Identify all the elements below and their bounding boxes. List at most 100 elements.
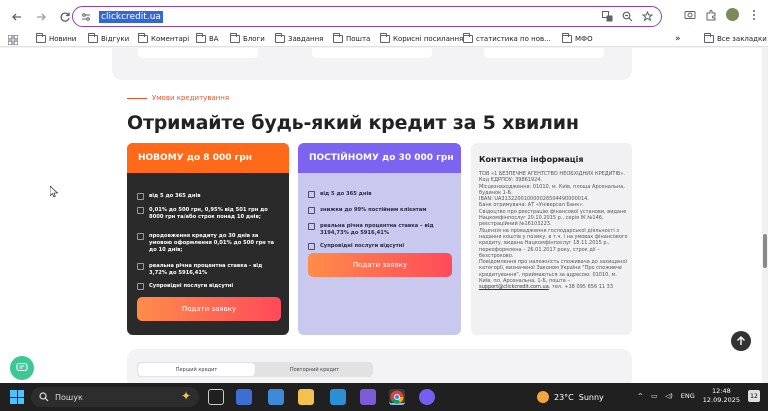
more-bookmarks-icon[interactable]: » (675, 34, 681, 44)
top-pill (312, 48, 432, 58)
bookmark-item[interactable]: статистика по нов... (463, 33, 551, 43)
top-pill (138, 48, 258, 58)
folder-icon (463, 33, 473, 43)
app-icon[interactable] (330, 389, 346, 405)
url-text[interactable]: clickcredit.ua (99, 10, 163, 23)
notification-badge[interactable]: 12 (748, 390, 760, 402)
start-icon[interactable] (10, 390, 24, 404)
clock[interactable]: 12:48 12.09.2025 (703, 387, 740, 405)
contact-title: Контактна інформація (479, 155, 584, 164)
service-icon (308, 243, 315, 250)
bookmark-item[interactable]: Коментарі (138, 33, 189, 43)
camera-icon[interactable] (684, 9, 696, 21)
bookmark-item[interactable]: Завдання (275, 33, 323, 43)
service-icon (137, 283, 144, 290)
chat-icon (16, 362, 28, 372)
weather-widget[interactable]: 23°C Sunny (537, 391, 604, 403)
browser-toolbar: clickcredit.ua (0, 0, 768, 33)
zoom-icon[interactable] (621, 10, 633, 22)
folder-icon (230, 33, 240, 43)
chat-button[interactable] (10, 356, 34, 380)
web-page: Умови кредитування Отримайте будь-який к… (0, 48, 768, 383)
card-row: від 5 до 365 днів (308, 191, 452, 198)
bookmarks-bar: Новини Відгуки Коментарі ВА Блоги Завдан… (0, 33, 768, 47)
apps-icon[interactable] (7, 34, 19, 47)
bookmark-item[interactable]: Новини (36, 33, 76, 43)
percent-icon (308, 207, 315, 214)
scroll-to-top-button[interactable] (731, 331, 751, 351)
card-row: знижки до 99% постійним клієнтам (308, 207, 452, 214)
extensions-icon[interactable] (705, 9, 717, 21)
calculator-icon (137, 263, 144, 270)
chevron-up-icon[interactable]: ^ (638, 392, 643, 400)
bookmark-item[interactable]: МФО (562, 33, 593, 43)
calculator-icon (308, 223, 315, 230)
folder-icon (333, 33, 343, 43)
tab-repeat-credit[interactable]: Повторний кредит (256, 362, 373, 377)
language-indicator[interactable]: ENG (681, 392, 695, 400)
card-title: ПОСТІЙНОМУ до 30 000 грн (298, 143, 461, 173)
apply-button[interactable]: Подати заявку (308, 253, 452, 277)
task-view-icon[interactable] (208, 389, 224, 405)
taskbar-search[interactable]: Пошук ✦ (31, 387, 199, 407)
calendar-icon (137, 233, 144, 240)
app-icon[interactable] (268, 389, 284, 405)
folder-icon (36, 33, 46, 43)
site-info-icon[interactable] (81, 12, 91, 22)
scrollbar-thumb[interactable] (763, 234, 767, 268)
apply-button[interactable]: Подати заявку (137, 297, 281, 321)
sun-icon (537, 391, 549, 403)
page-scrollbar[interactable] (762, 48, 768, 383)
card-row: продовження кредиту до 30 днів за умовою… (137, 233, 281, 254)
all-bookmarks[interactable]: Все закладки (704, 33, 767, 43)
folder-icon (562, 33, 572, 43)
card-title: НОВОМУ до 8 000 грн (127, 143, 289, 173)
reload-icon[interactable] (58, 10, 72, 24)
cursor-icon (50, 186, 58, 198)
tab-first-credit[interactable]: Перший кредит (138, 363, 255, 376)
arrow-up-icon (737, 336, 745, 345)
section-subtitle: Умови кредитування (127, 94, 229, 102)
regular-client-card: ПОСТІЙНОМУ до 30 000 грн від 5 до 365 дн… (298, 143, 461, 335)
viber-icon[interactable] (419, 389, 435, 405)
top-card-section (112, 48, 632, 80)
folder-icon (138, 33, 148, 43)
card-row: реальна річна процентна ставка – від 319… (308, 223, 452, 237)
bookmark-item[interactable]: ВА (196, 33, 219, 43)
card-row: реальна річна процентна ставка - від 3,7… (137, 263, 281, 277)
bookmark-item[interactable]: Корисні посилання (380, 33, 463, 43)
folder-icon (704, 33, 714, 43)
bookmark-item[interactable]: Пошта (333, 33, 370, 43)
file-explorer-icon[interactable] (298, 389, 314, 405)
top-pill (484, 48, 604, 58)
calendar-icon (308, 191, 315, 198)
network-icon[interactable]: ▭ (651, 392, 657, 400)
folder-icon (88, 33, 98, 43)
bookmark-item[interactable]: Блоги (230, 33, 265, 43)
search-icon (39, 392, 49, 402)
address-bar[interactable]: clickcredit.ua (72, 6, 662, 27)
chrome-icon[interactable] (389, 389, 405, 405)
folder-icon (196, 33, 206, 43)
volume-icon[interactable]: ◁) (665, 392, 673, 400)
translate-icon[interactable] (601, 10, 613, 22)
calendar-icon (137, 193, 144, 200)
support-email-link[interactable]: support@clickcredit.com.ua (479, 284, 549, 290)
menu-icon[interactable] (748, 9, 760, 21)
star-icon[interactable] (641, 10, 653, 22)
forward-icon[interactable] (34, 10, 48, 24)
windows-taskbar: Пошук ✦ 23°C Sunny ^ ▭ ◁) ENG 12:48 12.0… (0, 383, 768, 411)
folder-icon (380, 33, 390, 43)
contact-info-card: Контактна інформація ТОВ «1 БЕЗПЕЧНЕ АГЕ… (471, 143, 632, 335)
bookmark-item[interactable]: Відгуки (88, 33, 129, 43)
profile-avatar[interactable] (726, 8, 739, 21)
folder-icon (275, 33, 285, 43)
card-row: Супровідні послуги відсутні (308, 243, 452, 250)
page-heading: Отримайте будь-який кредит за 5 хвилин (127, 112, 579, 134)
new-client-card: НОВОМУ до 8 000 грн від 5 до 365 днів 0,… (127, 143, 289, 335)
app-icon[interactable] (236, 389, 252, 405)
contact-body: ТОВ «1 БЕЗПЕЧНЕ АГЕНТСТВО НЕОБХІДНИХ КРЕ… (479, 171, 628, 291)
card-row: Супровідні послуги відсутні (137, 283, 281, 290)
app-icon[interactable] (360, 389, 376, 405)
back-icon[interactable] (10, 10, 24, 24)
